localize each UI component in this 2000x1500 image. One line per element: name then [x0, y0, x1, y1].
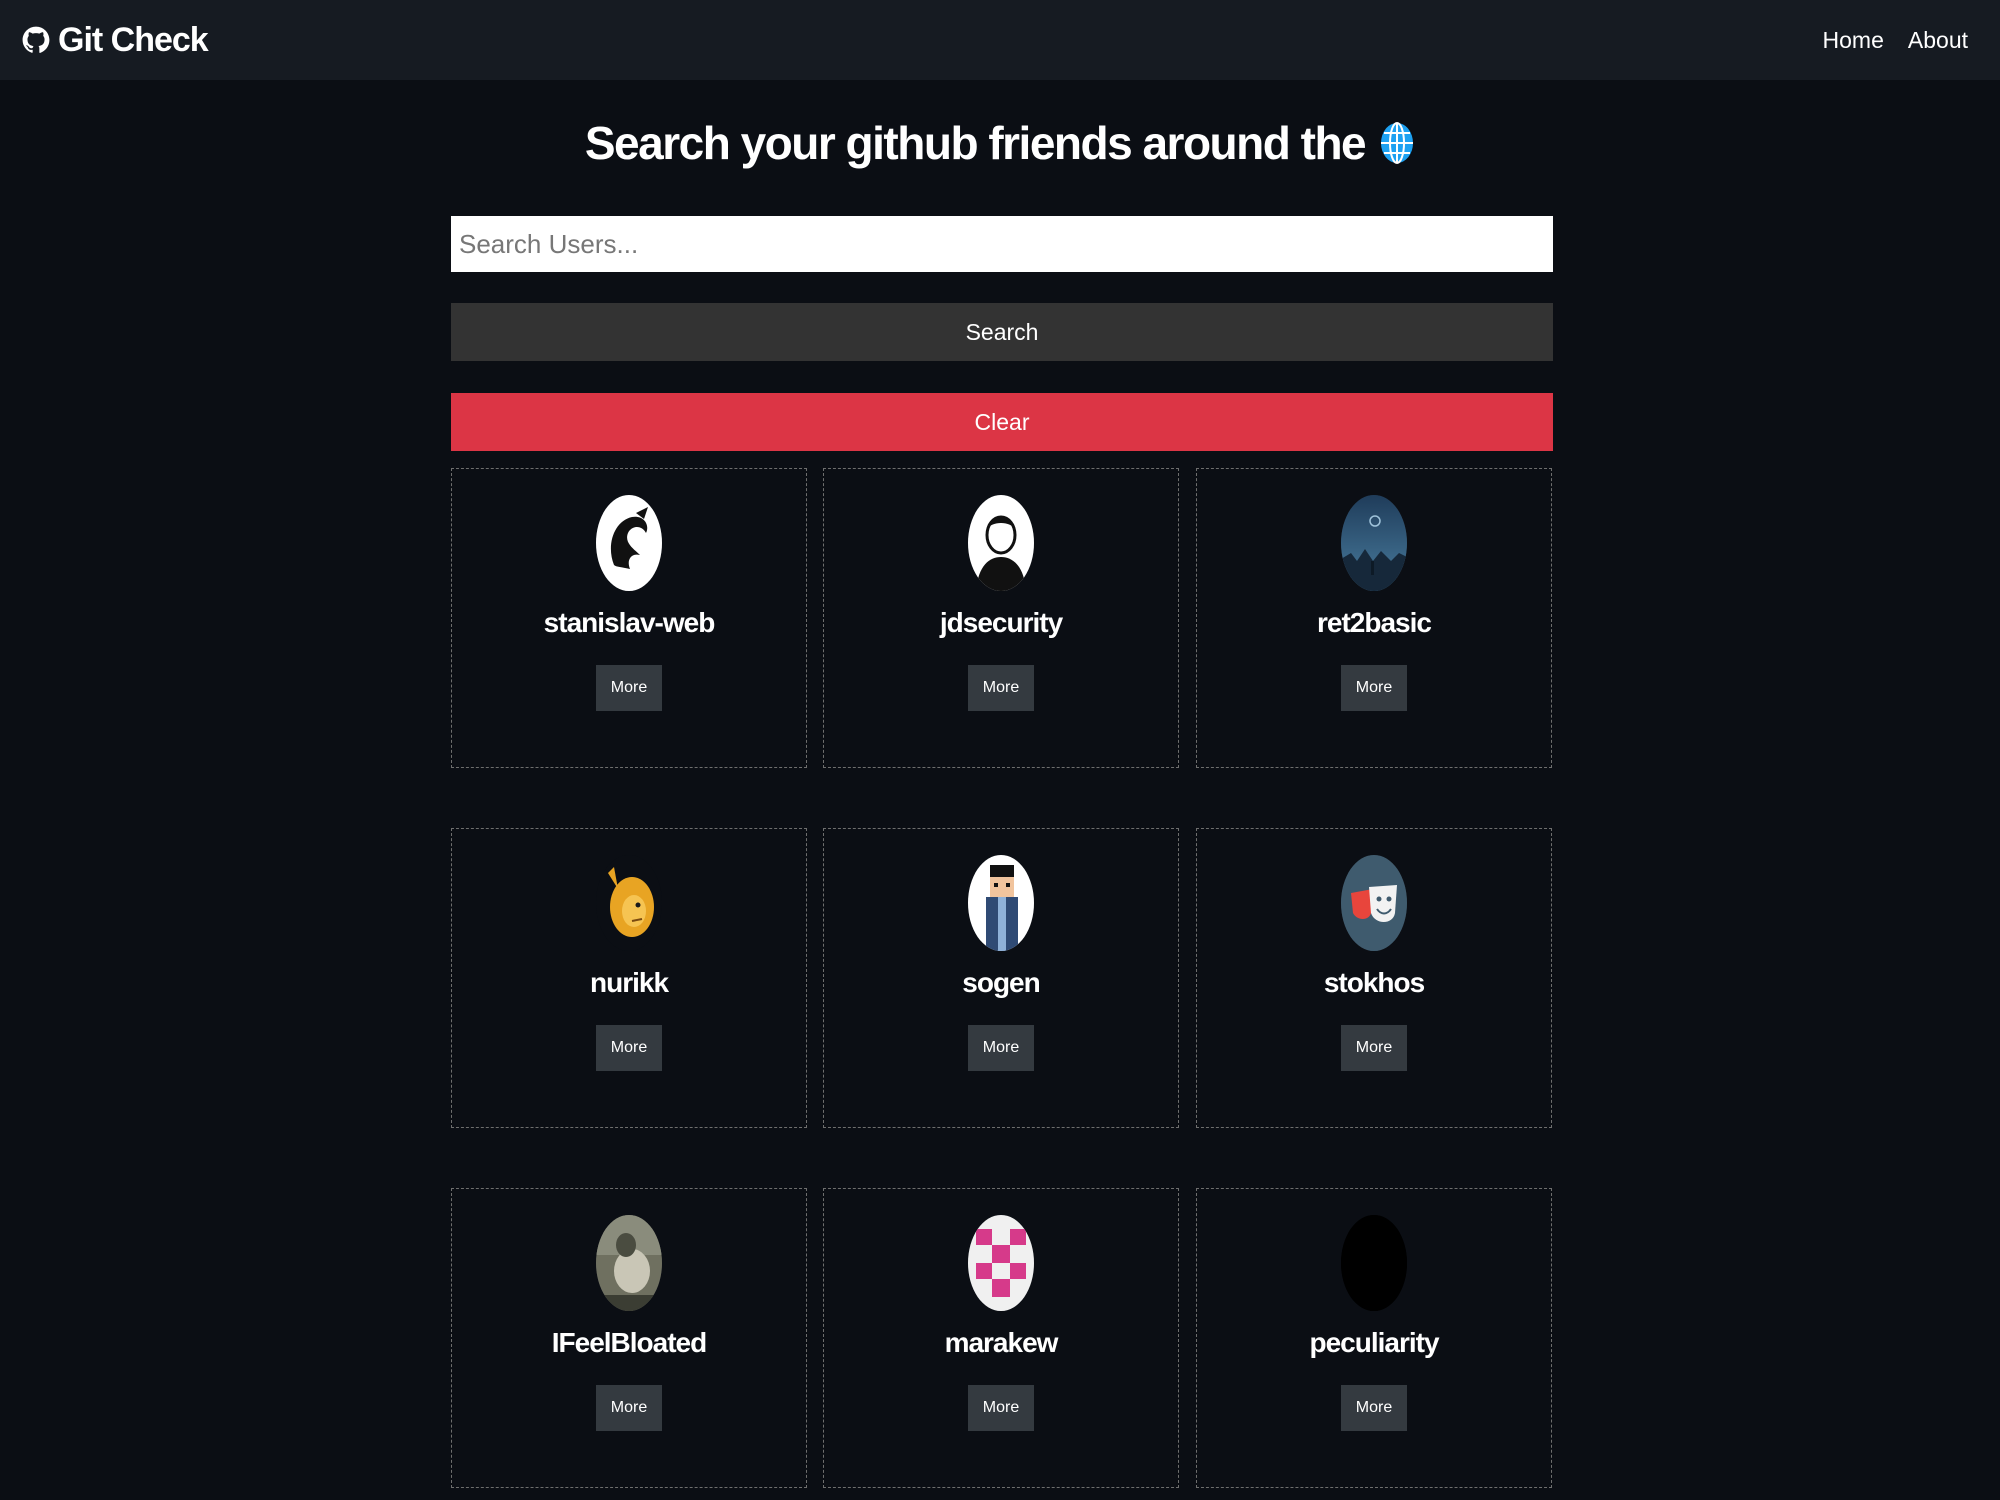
user-card: marakew More — [823, 1188, 1179, 1488]
night-scene-avatar-icon — [1341, 495, 1407, 591]
nav-links: Home About — [1823, 27, 1968, 54]
dragon-avatar-icon — [596, 495, 662, 591]
title-row: Search your github friends around the — [0, 116, 2000, 170]
user-card: nurikk More — [451, 828, 807, 1128]
person-avatar-icon — [968, 495, 1034, 591]
more-button[interactable]: More — [596, 1025, 662, 1071]
clear-button[interactable]: Clear — [451, 393, 1553, 451]
pixel-person-avatar-icon — [968, 855, 1034, 951]
username: stanislav-web — [543, 607, 716, 638]
page-title: Search your github friends around the — [584, 117, 1367, 169]
theater-masks-avatar-icon — [1341, 855, 1407, 951]
more-button[interactable]: More — [596, 665, 662, 711]
username: jdsecurity — [939, 607, 1063, 638]
user-card: stanislav-web More — [451, 468, 807, 768]
github-icon — [22, 22, 52, 58]
brand-link[interactable]: Git Check — [22, 20, 209, 60]
more-button[interactable]: More — [1341, 665, 1407, 711]
username: ret2basic — [1317, 607, 1432, 638]
user-card: IFeelBloated More — [451, 1188, 807, 1488]
search-input[interactable] — [451, 216, 1553, 272]
identicon-avatar-icon — [968, 1215, 1034, 1311]
more-button[interactable]: More — [968, 665, 1034, 711]
black-avatar-icon — [1341, 1215, 1407, 1311]
globe-icon — [1379, 121, 1415, 165]
nav-link-about[interactable]: About — [1908, 27, 1968, 54]
username: peculiarity — [1309, 1327, 1439, 1358]
more-button[interactable]: More — [1341, 1385, 1407, 1431]
user-card: stokhos More — [1196, 828, 1552, 1128]
username: marakew — [944, 1327, 1059, 1358]
user-card: peculiarity More — [1196, 1188, 1552, 1488]
brand-label: Git Check — [58, 20, 209, 59]
user-card: ret2basic More — [1196, 468, 1552, 768]
more-button[interactable]: More — [968, 1025, 1034, 1071]
username: IFeelBloated — [551, 1327, 707, 1358]
more-button[interactable]: More — [596, 1385, 662, 1431]
navbar: Git Check Home About — [0, 0, 2000, 80]
nav-link-home[interactable]: Home — [1823, 27, 1884, 54]
more-button[interactable]: More — [1341, 1025, 1407, 1071]
lion-avatar-icon — [596, 855, 662, 951]
user-card: sogen More — [823, 828, 1179, 1128]
user-card: jdsecurity More — [823, 468, 1179, 768]
username: sogen — [962, 967, 1040, 998]
username: stokhos — [1323, 967, 1425, 998]
more-button[interactable]: More — [968, 1385, 1034, 1431]
photo-avatar-icon — [596, 1215, 662, 1311]
search-button[interactable]: Search — [451, 303, 1553, 361]
username: nurikk — [589, 967, 669, 998]
